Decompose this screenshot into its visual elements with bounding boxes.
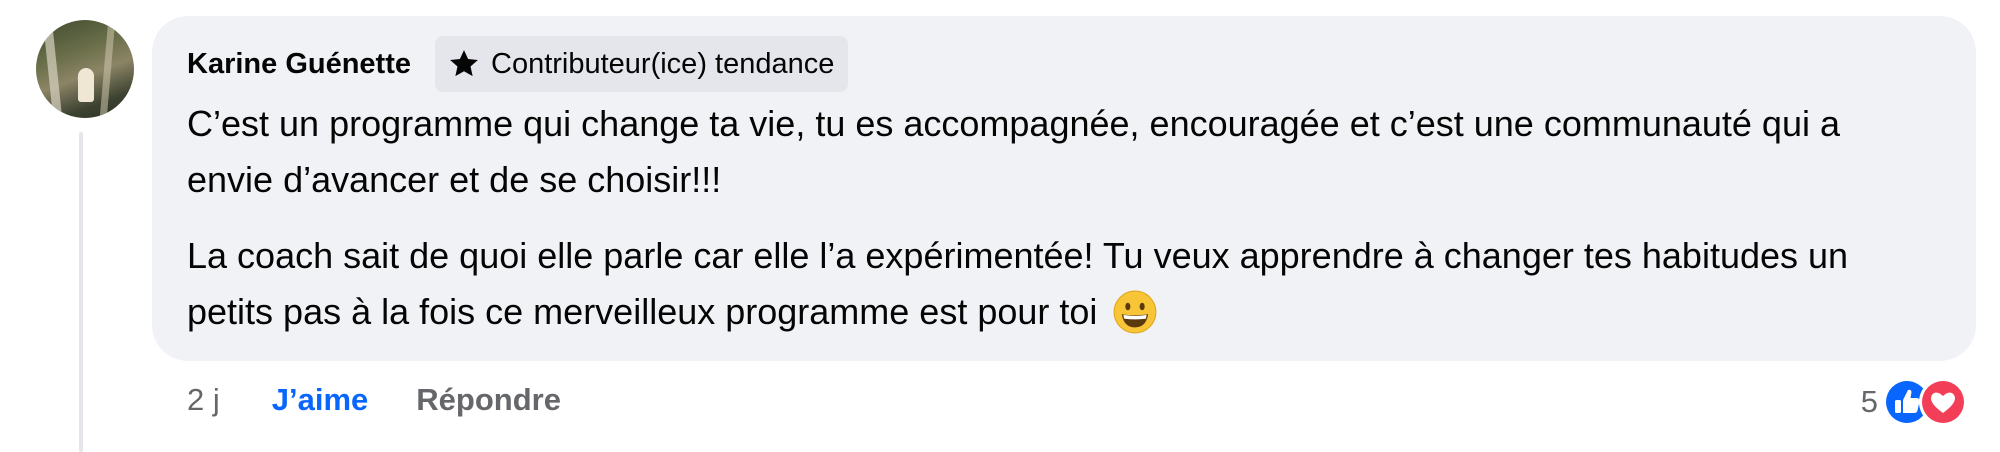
like-button[interactable]: J’aime [272,382,369,418]
reaction-summary[interactable]: 5 [1861,376,1968,428]
reply-button[interactable]: Répondre [416,382,561,418]
avatar-photo-detail [78,68,94,102]
avatar-photo-detail [42,20,63,118]
thread-line [79,132,83,452]
comment-timestamp[interactable]: 2 j [187,382,220,418]
contributor-badge[interactable]: Contributeur(ice) tendance [435,36,849,92]
comment-paragraph-1: C’est un programme qui change ta vie, tu… [187,103,1840,200]
avatar[interactable] [36,20,134,118]
comment-paragraph-2: La coach sait de quoi elle parle car ell… [187,228,1927,340]
comment-header: Karine Guénette Contributeur(ice) tendan… [187,36,849,92]
star-icon [450,50,478,77]
comment-paragraph-2-text: La coach sait de quoi elle parle car ell… [187,235,1849,332]
reaction-count: 5 [1860,384,1878,419]
badge-label: Contributeur(ice) tendance [491,47,835,80]
avatar-photo-detail [99,20,116,118]
comment-actions: 2 j J’aime Répondre [187,378,561,422]
author-name[interactable]: Karine Guénette [187,48,411,81]
grinning-face-emoji-icon [1113,290,1157,334]
love-icon [1919,378,1967,426]
